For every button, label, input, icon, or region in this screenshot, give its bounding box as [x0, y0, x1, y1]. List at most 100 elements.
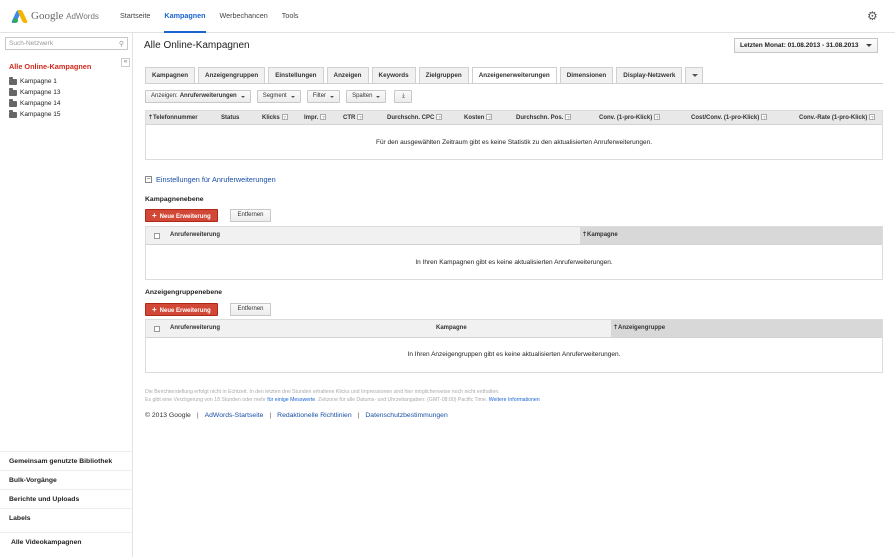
plus-icon: + [152, 211, 157, 220]
tab-anzeigenerweiterungen[interactable]: Anzeigenerweiterungen [471, 67, 557, 84]
footer-note-link-more[interactable]: Weitere Informationen [489, 397, 540, 403]
campaign-empty-message: In Ihren Kampagnen gibt es keine aktuali… [415, 259, 613, 266]
sidebar-link-labels[interactable]: Labels [0, 508, 133, 527]
col-anruferweiterung[interactable]: Anruferweiterung [170, 227, 220, 244]
campaign-item[interactable]: Kampagne 15 [9, 109, 60, 120]
col-impr[interactable]: Impr.? [304, 111, 327, 125]
tab-display-netzwerk[interactable]: Display-Netzwerk [616, 67, 683, 83]
col-klicks[interactable]: Klicks? [262, 111, 288, 125]
nav-startseite[interactable]: Startseite [120, 0, 150, 33]
col-telefonnummer[interactable]: ⇡Telefonnummer [148, 111, 198, 125]
chevron-down-icon [866, 44, 872, 47]
tab-dimensionen[interactable]: Dimensionen [559, 67, 614, 83]
new-extension-button[interactable]: + Neue Erweiterung [145, 303, 218, 316]
view-dropdown[interactable]: Anzeigen: Anrufer­weiterungen [145, 90, 251, 103]
stats-empty-message: Für den ausgewählten Zeitraum gibt es ke… [375, 139, 653, 146]
new-extension-button[interactable]: + Neue Erweiterung [145, 209, 218, 222]
tab-more-dropdown[interactable] [685, 67, 704, 83]
tab-anzeigen[interactable]: Anzeigen [326, 67, 369, 83]
filter-dropdown[interactable]: Filter [306, 90, 341, 103]
filter-label: Filter [312, 93, 327, 99]
help-icon[interactable]: ? [357, 114, 364, 121]
view-value: Anrufer­weiterungen [179, 93, 237, 99]
tab-zielgruppen[interactable]: Zielgruppen [418, 67, 469, 83]
footer-note-link-metrics[interactable]: für einige Messwerte [267, 397, 315, 403]
adwords-logo[interactable]: Google AdWords [10, 9, 99, 23]
footer-link-adwords-home[interactable]: AdWords-Startseite [205, 412, 264, 419]
col-anruferweiterung[interactable]: Anruferweiterung [170, 320, 220, 337]
collapse-sidebar-icon[interactable]: « [121, 58, 130, 67]
settings-section-toggle[interactable]: − Einstellungen für Anruferweiterungen [145, 175, 276, 184]
date-range-selector[interactable]: Letzten Monat: 01.08.2013 - 31.08.2013 [734, 38, 878, 53]
campaign-label: Kampagne 1 [20, 78, 57, 85]
col-anzeigengruppe[interactable]: ⇡Anzeigengruppe [611, 320, 882, 337]
download-icon[interactable]: ⤓ [394, 90, 413, 103]
segment-dropdown[interactable]: Segment [256, 90, 301, 103]
col-cost-conv[interactable]: Cost/Conv. (1-pro-Klick)? [691, 111, 768, 125]
col-kampagne[interactable]: Kampagne [436, 320, 467, 337]
plus-icon: + [152, 305, 157, 314]
col-ctr[interactable]: CTR? [343, 111, 364, 125]
stats-table: ⇡Telefonnummer Status Klicks? Impr.? CTR… [145, 110, 883, 160]
search-icon[interactable]: ⚲ [119, 39, 124, 50]
help-icon[interactable]: ? [654, 114, 661, 121]
footer-link-editorial-policies[interactable]: Redaktionelle Richtlinien [277, 412, 351, 419]
footer-note: Die Berichterstellung erfolgt nicht in E… [145, 389, 845, 404]
help-icon[interactable]: ? [869, 114, 876, 121]
chevron-down-icon [240, 95, 245, 98]
tab-keywords[interactable]: Keywords [371, 67, 416, 83]
sidebar-search-input[interactable]: Such-Netzwerk ⚲ [5, 37, 128, 50]
campaign-item[interactable]: Kampagne 1 [9, 76, 60, 87]
search-placeholder: Such-Netzwerk [9, 40, 54, 47]
columns-dropdown[interactable]: Spalten [346, 90, 387, 103]
help-icon[interactable]: ? [436, 114, 443, 121]
sidebar-link-reports-uploads[interactable]: Berichte und Uploads [0, 489, 133, 508]
top-nav: Startseite Kampagnen Werbechancen Tools [120, 0, 313, 33]
tab-kampagnen[interactable]: Kampagnen [145, 67, 196, 83]
tab-anzeigengruppen[interactable]: Anzeigengruppen [198, 67, 266, 83]
sidebar-link-bulk-operations[interactable]: Bulk-Vorgänge [0, 470, 133, 489]
col-kampagne[interactable]: ⇡Kampagne [580, 227, 882, 244]
tab-divider [145, 83, 883, 84]
campaign-item[interactable]: Kampagne 14 [9, 98, 60, 109]
sidebar-link-video-campaigns[interactable]: Alle Videokampagnen [0, 532, 133, 551]
col-status[interactable]: Status [221, 111, 239, 125]
col-kosten[interactable]: Kosten? [464, 111, 493, 125]
help-icon[interactable]: ? [281, 114, 288, 121]
footer-note-line1: Die Berichterstellung erfolgt nicht in E… [145, 389, 500, 395]
settings-section-label: Einstellungen für Anruferweiterungen [156, 175, 276, 184]
help-icon[interactable]: ? [761, 114, 768, 121]
chevron-down-icon [290, 95, 295, 98]
chevron-down-icon [376, 95, 381, 98]
select-all-checkbox[interactable] [154, 326, 160, 332]
sidebar-link-shared-library[interactable]: Gemeinsam genutzte Bibliothek [0, 451, 133, 470]
gear-icon[interactable]: ⚙ [867, 10, 879, 22]
campaign-item[interactable]: Kampagne 13 [9, 87, 60, 98]
footer-separator: | [196, 412, 199, 419]
footer-link-privacy[interactable]: Datenschutzbestimmungen [365, 412, 447, 419]
nav-kampagnen[interactable]: Kampagnen [164, 0, 206, 33]
folder-icon [9, 109, 17, 118]
col-conv-rate[interactable]: Conv.-Rate (1-pro-Klick)? [799, 111, 876, 125]
remove-button[interactable]: Entfernen [230, 209, 271, 222]
date-range-label: Letzten Monat: 01.08.2013 - 31.08.2013 [740, 42, 859, 49]
adwords-logo-icon [10, 9, 29, 23]
help-icon[interactable]: ? [486, 114, 493, 121]
footer-separator: | [269, 412, 272, 419]
folder-icon [9, 87, 17, 96]
collapse-icon: − [145, 176, 152, 183]
help-icon[interactable]: ? [320, 114, 327, 121]
help-icon[interactable]: ? [565, 114, 572, 121]
sidebar-all-campaigns[interactable]: Alle Online-Kampagnen [9, 62, 91, 71]
tab-einstellungen[interactable]: Einstellungen [268, 67, 324, 83]
col-cpc[interactable]: Durchschn. CPC? [387, 111, 443, 125]
remove-button[interactable]: Entfernen [230, 303, 271, 316]
col-pos[interactable]: Durchschn. Pos.? [516, 111, 572, 125]
col-conv[interactable]: Conv. (1-pro-Klick)? [599, 111, 661, 125]
select-all-checkbox[interactable] [154, 233, 160, 239]
main-content: Alle Online-Kampagnen Letzten Monat: 01.… [133, 33, 895, 557]
footer-links: © 2013 Google | AdWords-Startseite | Red… [145, 412, 448, 419]
nav-werbechancen[interactable]: Werbechancen [220, 0, 268, 33]
toolbar: Anzeigen: Anrufer­weiterungen Segment Fil… [145, 90, 418, 103]
nav-tools[interactable]: Tools [282, 0, 299, 33]
